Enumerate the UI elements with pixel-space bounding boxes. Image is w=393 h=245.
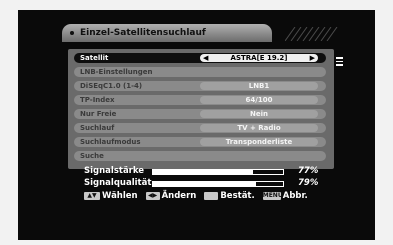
menu-item-label: Suchlaufmodus <box>80 138 141 146</box>
menu-item-label: Suche <box>80 152 104 160</box>
menu-item-value: ASTRA[E 19.2] <box>230 54 288 62</box>
select-hint: ▲▼ Wählen <box>84 191 138 201</box>
cancel-hint-label: Abbr. <box>282 191 308 201</box>
menu-panel: Satellit ◀ ASTRA[E 19.2] ▶ LNB-Einstellu… <box>68 49 334 169</box>
menu-item-label: Suchlauf <box>80 124 115 132</box>
menu-item-label: Satellit <box>80 54 109 62</box>
key-legend: ▲▼ Wählen ◀▶ Ändern Bestät. MENU Abbr. <box>84 191 316 201</box>
cancel-hint: MENU Abbr. <box>262 191 308 201</box>
menu-item-value: TV + Radio <box>200 124 318 132</box>
signal-strength-value: 77% <box>298 166 319 176</box>
menu-item-value: LNB1 <box>200 82 318 90</box>
satellite-selector[interactable]: ◀ ASTRA[E 19.2] ▶ <box>200 54 318 62</box>
menu-item-label: DiSEqC1.0 (1-4) <box>80 82 143 90</box>
menu-item-nur-freie[interactable]: Nur Freie Nein <box>74 109 326 119</box>
menu-item-tp-index[interactable]: TP-Index 64/100 <box>74 95 326 105</box>
decorative-stripes-icon <box>285 27 338 41</box>
select-hint-label: Wählen <box>102 191 138 201</box>
menu-item-lnb-einstellungen[interactable]: LNB-Einstellungen <box>74 67 326 77</box>
left-right-key-icon: ◀▶ <box>145 192 160 200</box>
confirm-hint-label: Bestät. <box>220 191 255 201</box>
change-hint: ◀▶ Ändern <box>145 191 197 201</box>
signal-quality-fill <box>153 182 256 186</box>
arrow-left-icon[interactable]: ◀ <box>203 54 208 62</box>
signal-quality-bar <box>152 181 284 187</box>
signal-quality-value: 79% <box>298 178 319 188</box>
menu-item-label: LNB-Einstellungen <box>80 68 153 76</box>
confirm-hint: Bestät. <box>204 191 255 201</box>
arrow-right-icon[interactable]: ▶ <box>310 54 315 62</box>
scroll-indicator-icon <box>336 57 343 66</box>
signal-strength-fill <box>153 170 254 174</box>
menu-key-icon: MENU <box>262 192 283 200</box>
menu-item-suchlaufmodus[interactable]: Suchlaufmodus Transponderliste <box>74 137 326 147</box>
up-down-key-icon: ▲▼ <box>84 192 100 200</box>
title-bullet-icon <box>70 31 74 35</box>
menu-item-suche[interactable]: Suche <box>74 151 326 161</box>
menu-item-value: 64/100 <box>200 96 318 104</box>
menu-item-value: Nein <box>200 110 318 118</box>
menu-item-label: Nur Freie <box>80 110 117 118</box>
menu-item-label: TP-Index <box>80 96 115 104</box>
menu-item-diseqc[interactable]: DiSEqC1.0 (1-4) LNB1 <box>74 81 326 91</box>
menu-item-suchlauf[interactable]: Suchlauf TV + Radio <box>74 123 326 133</box>
menu-title-tab: Einzel-Satellitensuchlauf <box>62 24 272 42</box>
change-hint-label: Ändern <box>161 191 197 201</box>
menu-item-value: Transponderliste <box>200 138 318 146</box>
signal-strength-bar <box>152 169 284 175</box>
ok-key-icon <box>204 192 219 200</box>
signal-strength-label: Signalstärke <box>84 166 145 176</box>
signal-quality-label: Signalqualität <box>84 178 152 188</box>
menu-item-satellit[interactable]: Satellit ◀ ASTRA[E 19.2] ▶ <box>74 53 326 63</box>
page-title: Einzel-Satellitensuchlauf <box>80 28 206 38</box>
